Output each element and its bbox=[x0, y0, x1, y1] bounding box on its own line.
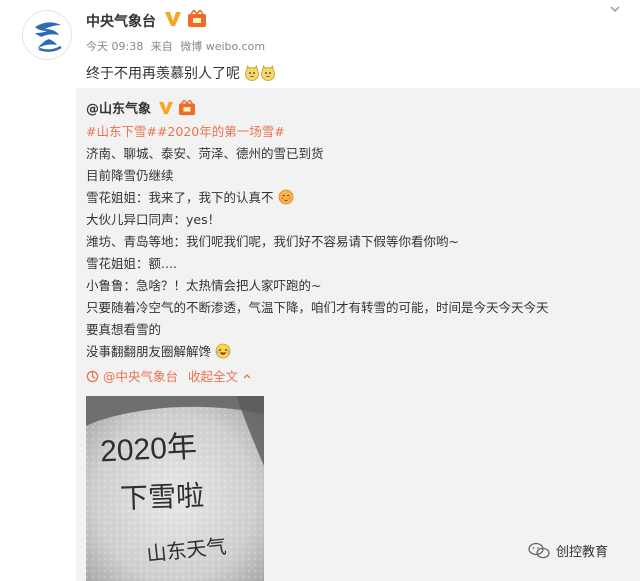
repost-line: 要真想看雪的 bbox=[86, 322, 162, 337]
repost-line: 潍坊、青岛等地：我们呢我们呢，我们好不容易请下假等你看你哟~ bbox=[86, 234, 459, 249]
post-author[interactable]: 中央气象台 bbox=[86, 11, 156, 31]
hashtag-link[interactable]: #2020年的第一场雪# bbox=[157, 124, 285, 139]
repost-line: 目前降雪仍继续 bbox=[86, 168, 174, 183]
snow-photo-image: 2020年 下雪啦 山东天气 bbox=[86, 396, 264, 581]
link-icon bbox=[86, 370, 99, 383]
repost-author-row: @山东气象 bbox=[86, 98, 196, 117]
avatar[interactable] bbox=[22, 10, 72, 60]
wechat-icon bbox=[528, 542, 550, 559]
snow-writing-photo[interactable]: 2020年 下雪啦 山东天气 bbox=[86, 396, 264, 581]
post-from-prefix: 来自 bbox=[150, 40, 173, 53]
repost-line: 小鲁鲁：急啥？！太热情会把人家吓跑的~ bbox=[86, 278, 322, 293]
verified-icon bbox=[165, 12, 181, 26]
repost-footer: @中央气象台 收起全文 bbox=[86, 366, 252, 385]
repost-line-with-emoji: 雪花姐姐：我来了，我下的认真不 bbox=[86, 187, 294, 206]
post-text: 终于不用再羡慕别人了呢 bbox=[86, 63, 276, 83]
via-link[interactable]: @中央气象台 bbox=[103, 369, 178, 384]
cat-emoji-icon bbox=[245, 65, 260, 81]
chevron-down-icon[interactable] bbox=[606, 2, 624, 20]
repost-line: 只要随着冷空气的不断渗透，气温下降，咱们才有转雪的可能，时间是今天今天今天 bbox=[86, 300, 549, 315]
hashtag-link[interactable]: #山东下雪# bbox=[86, 124, 157, 139]
post-time[interactable]: 今天 09:38 bbox=[86, 40, 143, 53]
repost-line-text: 没事翻翻朋友圈解解馋 bbox=[86, 344, 212, 359]
watermark-text: 创控教育 bbox=[556, 545, 609, 560]
collapse-full-text-link[interactable]: 收起全文 bbox=[188, 369, 238, 384]
laughing-face-emoji-icon bbox=[215, 343, 231, 359]
post-meta: 今天 09:38 来自 微博 weibo.com bbox=[86, 38, 269, 54]
verified-icon bbox=[158, 101, 173, 115]
post-text-content: 终于不用再羡慕别人了呢 bbox=[86, 66, 240, 82]
snow-writing-line2: 下雪啦 bbox=[120, 480, 205, 514]
repost-line: 济南、聊城、泰安、菏泽、德州的雪已到货 bbox=[86, 146, 324, 161]
shy-face-emoji-icon bbox=[278, 189, 293, 205]
repost-tags: #山东下雪##2020年的第一场雪# bbox=[86, 121, 285, 140]
post-source[interactable]: 微博 weibo.com bbox=[180, 40, 265, 53]
member-badge-icon[interactable] bbox=[178, 98, 196, 116]
cat-emoji-icon bbox=[261, 65, 276, 81]
snow-writing-line1: 2020年 bbox=[99, 430, 197, 468]
repost-line: 雪花姐姐：额.... bbox=[86, 256, 177, 271]
repost-line-text: 雪花姐姐：我来了，我下的认真不 bbox=[86, 190, 274, 205]
repost-card[interactable]: @山东气象 #山东下雪##2020年的第一场雪# 济南、聊城、泰安、菏泽、德州的… bbox=[76, 88, 640, 581]
chevron-up-icon[interactable] bbox=[242, 371, 252, 381]
repost-line-with-emoji: 没事翻翻朋友圈解解馋 bbox=[86, 341, 231, 360]
member-badge-icon[interactable] bbox=[187, 10, 207, 28]
cma-logo-icon bbox=[24, 12, 71, 59]
watermark: 创控教育 bbox=[528, 541, 608, 560]
repost-line: 大伙儿异口同声：yes！ bbox=[86, 212, 221, 227]
repost-author[interactable]: @山东气象 bbox=[86, 102, 151, 117]
